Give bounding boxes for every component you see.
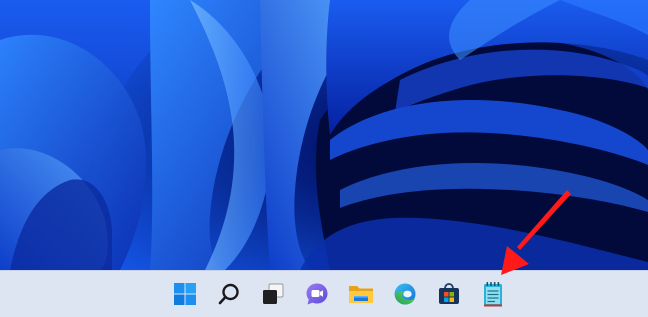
teams-chat-icon <box>306 283 327 305</box>
file-explorer-button[interactable] <box>339 277 382 311</box>
windows-logo-icon <box>173 283 196 305</box>
desktop-screen <box>0 0 648 317</box>
start-button[interactable] <box>163 277 206 311</box>
folder-icon <box>348 286 373 303</box>
store-button[interactable] <box>427 277 470 311</box>
task-view-button[interactable] <box>251 277 294 311</box>
taskbar <box>0 270 648 317</box>
notepad-icon <box>483 282 502 307</box>
search-icon <box>218 283 239 305</box>
task-view-icon <box>262 283 283 304</box>
search-button[interactable] <box>207 277 250 311</box>
store-icon <box>438 283 459 304</box>
taskbar-pinned-apps <box>163 277 514 311</box>
edge-button[interactable] <box>383 277 426 311</box>
desktop-wallpaper <box>0 0 648 270</box>
notepad-button[interactable] <box>471 277 514 311</box>
chat-button[interactable] <box>295 277 338 311</box>
edge-icon <box>394 283 415 305</box>
